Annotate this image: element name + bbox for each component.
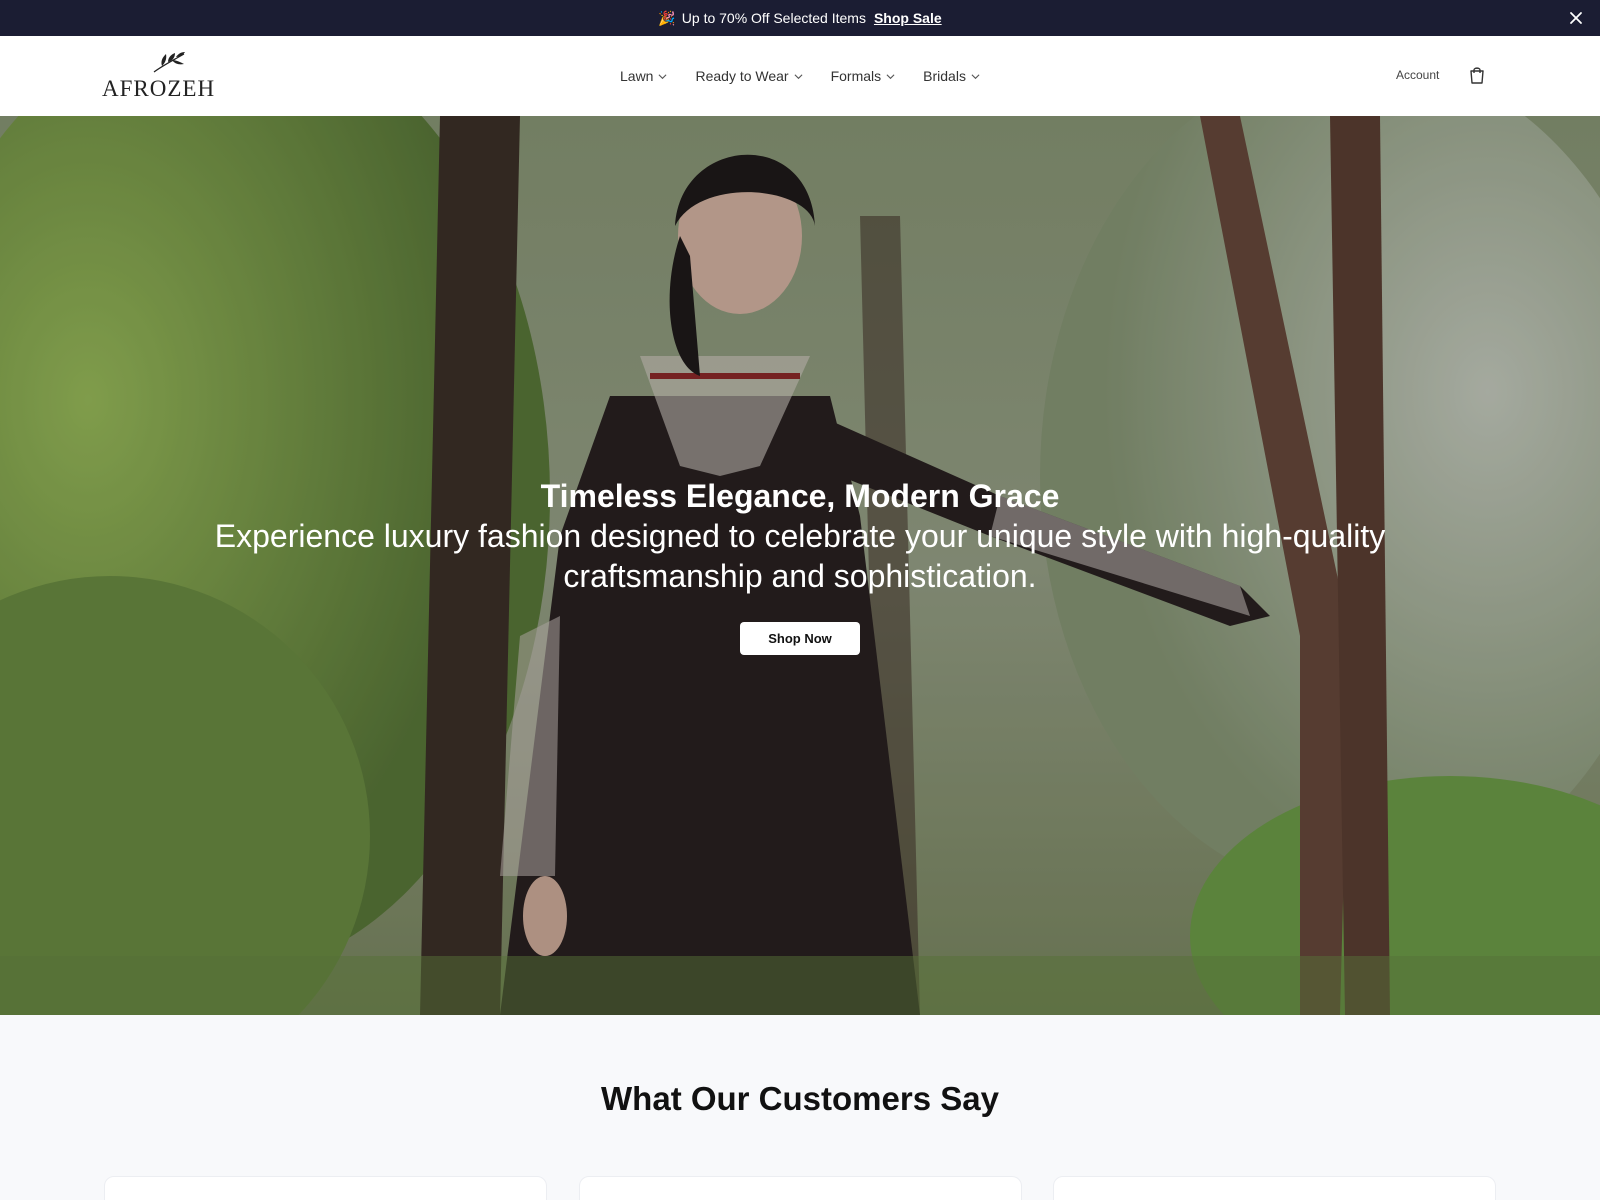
party-popper-icon: 🎉	[658, 9, 676, 26]
nav-item-bridals[interactable]: Bridals	[923, 68, 980, 84]
shopping-bag-icon[interactable]	[1468, 65, 1486, 85]
testimonial-card	[579, 1176, 1022, 1200]
hero-banner: Timeless Elegance, Modern Grace Experien…	[0, 116, 1600, 1015]
testimonial-card	[104, 1176, 547, 1200]
chevron-down-icon	[658, 73, 667, 79]
main-nav: Lawn Ready to Wear Formals Bridals	[620, 36, 980, 116]
nav-item-label: Bridals	[923, 68, 966, 84]
announcement-bar: 🎉 Up to 70% Off Selected Items Shop Sale	[0, 0, 1600, 36]
nav-item-ready-to-wear[interactable]: Ready to Wear	[695, 68, 803, 84]
shop-now-button[interactable]: Shop Now	[740, 622, 860, 655]
account-link[interactable]: Account	[1396, 68, 1439, 82]
nav-item-label: Lawn	[620, 68, 654, 84]
testimonial-card	[1053, 1176, 1496, 1200]
close-icon[interactable]	[1566, 8, 1586, 28]
chevron-down-icon	[794, 73, 803, 79]
logo-wordmark: AFROZEH	[102, 76, 216, 101]
nav-item-label: Ready to Wear	[695, 68, 789, 84]
chevron-down-icon	[886, 73, 895, 79]
shop-sale-link[interactable]: Shop Sale	[874, 10, 942, 26]
nav-item-label: Formals	[830, 68, 882, 84]
hero-subtitle: Experience luxury fashion designed to ce…	[214, 518, 1386, 594]
nav-item-formals[interactable]: Formals	[831, 68, 896, 84]
site-header: AFROZEH Lawn Ready to Wear Formals Brida…	[0, 36, 1600, 116]
announcement-text: Up to 70% Off Selected Items	[681, 10, 866, 26]
chevron-down-icon	[971, 73, 980, 79]
testimonials-title: What Our Customers Say	[601, 1080, 999, 1117]
leaf-logo-icon	[153, 52, 185, 73]
hero-title: Timeless Elegance, Modern Grace	[540, 478, 1060, 514]
nav-item-lawn[interactable]: Lawn	[620, 68, 667, 84]
brand-logo[interactable]: AFROZEH	[102, 50, 226, 102]
